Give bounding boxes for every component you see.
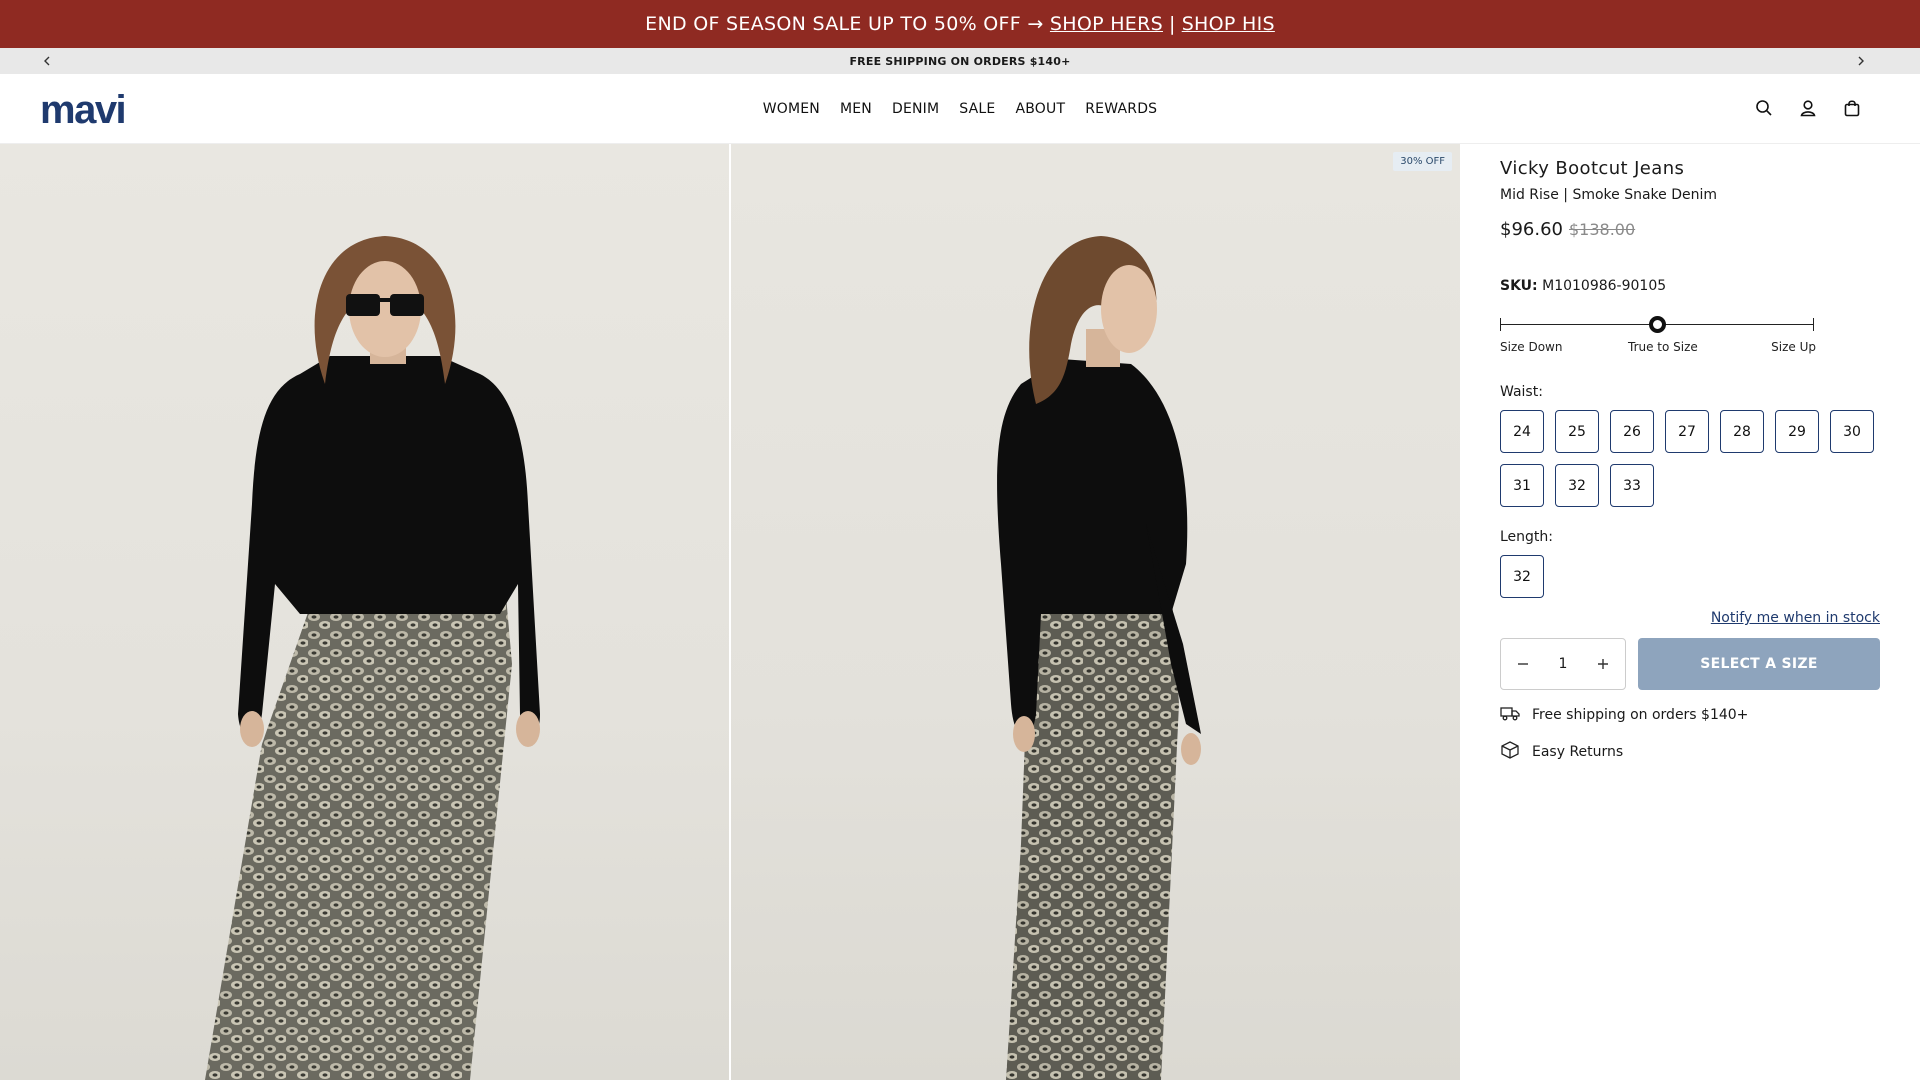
perk-returns: Easy Returns (1500, 740, 1880, 764)
account-icon[interactable] (1798, 98, 1818, 118)
plus-icon[interactable] (1593, 654, 1613, 674)
waist-label: Waist: (1500, 384, 1543, 400)
waist-option-33[interactable]: 33 (1610, 464, 1654, 507)
buy-row: 1 SELECT A SIZE (1500, 638, 1880, 690)
nav-men[interactable]: MEN (840, 101, 872, 117)
waist-option-28[interactable]: 28 (1720, 410, 1764, 453)
site-header: mavi WOMEN MEN DENIM SALE ABOUT REWARDS (0, 74, 1920, 144)
waist-option-30[interactable]: 30 (1830, 410, 1874, 453)
waist-options: 24 25 26 27 28 29 30 31 32 33 (1500, 410, 1890, 507)
fit-label-true-to-size: True to Size (1628, 340, 1698, 354)
fit-scale: Size Down True to Size Size Up (1500, 312, 1816, 362)
notify-link[interactable]: Notify me when in stock (1500, 610, 1880, 626)
shop-hers-link[interactable]: SHOP HERS (1050, 13, 1163, 35)
shipping-ticker: FREE SHIPPING ON ORDERS $140+ (0, 48, 1920, 74)
truck-icon (1500, 704, 1520, 726)
ticker-text: FREE SHIPPING ON ORDERS $140+ (849, 54, 1071, 68)
waist-option-27[interactable]: 27 (1665, 410, 1709, 453)
quantity-value[interactable]: 1 (1559, 656, 1568, 672)
shop-his-link[interactable]: SHOP HIS (1182, 13, 1275, 35)
waist-option-32[interactable]: 32 (1555, 464, 1599, 507)
chevron-right-icon[interactable] (1846, 48, 1876, 74)
search-icon[interactable] (1754, 98, 1774, 118)
box-icon (1500, 740, 1520, 764)
promo-separator: | (1168, 13, 1176, 35)
product-photo-side[interactable]: 30% OFF (731, 144, 1460, 1080)
length-options: 32 (1500, 555, 1890, 598)
fit-indicator[interactable] (1648, 316, 1666, 333)
nav-about[interactable]: ABOUT (1015, 101, 1065, 117)
product-title: Vicky Bootcut Jeans (1500, 158, 1685, 179)
waist-option-29[interactable]: 29 (1775, 410, 1819, 453)
product-photo-front[interactable] (0, 144, 729, 1080)
waist-option-24[interactable]: 24 (1500, 410, 1544, 453)
nav-sale[interactable]: SALE (959, 101, 995, 117)
perk-returns-text: Easy Returns (1532, 744, 1624, 760)
fit-tick-start (1500, 318, 1501, 331)
product-gallery: 30% OFF (0, 144, 1460, 1080)
chevron-left-icon[interactable] (32, 48, 62, 74)
minus-icon[interactable] (1513, 654, 1533, 674)
fit-tick-end (1813, 318, 1814, 331)
promo-text: END OF SEASON SALE UP TO 50% OFF → (645, 13, 1044, 35)
main-nav: WOMEN MEN DENIM SALE ABOUT REWARDS (0, 74, 1920, 144)
discount-badge: 30% OFF (1393, 152, 1452, 171)
promo-banner: END OF SEASON SALE UP TO 50% OFF → SHOP … (0, 0, 1920, 48)
sale-price: $96.60 (1500, 219, 1563, 240)
fit-label-size-up: Size Up (1771, 340, 1816, 354)
bag-icon[interactable] (1842, 98, 1862, 118)
waist-option-25[interactable]: 25 (1555, 410, 1599, 453)
length-label: Length: (1500, 529, 1554, 545)
nav-denim[interactable]: DENIM (892, 101, 939, 117)
fit-label-size-down: Size Down (1500, 340, 1563, 354)
waist-option-31[interactable]: 31 (1500, 464, 1544, 507)
select-size-button[interactable]: SELECT A SIZE (1638, 638, 1880, 690)
nav-rewards[interactable]: REWARDS (1085, 101, 1157, 117)
sku: SKU: M1010986-90105 (1500, 278, 1880, 294)
sku-label: SKU: (1500, 278, 1538, 294)
mavi-logo[interactable]: mavi (40, 88, 127, 133)
product-subtitle: Mid Rise | Smoke Snake Denim (1500, 187, 1718, 203)
perk-shipping: Free shipping on orders $140+ (1500, 704, 1880, 726)
product-panel: Vicky Bootcut Jeans Mid Rise | Smoke Sna… (1500, 144, 1880, 764)
compare-price: $138.00 (1568, 220, 1636, 239)
perk-shipping-text: Free shipping on orders $140+ (1532, 707, 1749, 723)
sku-value: M1010986-90105 (1542, 278, 1667, 294)
nav-women[interactable]: WOMEN (763, 101, 820, 117)
waist-option-26[interactable]: 26 (1610, 410, 1654, 453)
header-icons (1754, 98, 1862, 118)
price-row: $96.60 $138.00 (1500, 219, 1880, 240)
quantity-stepper: 1 (1500, 638, 1626, 690)
length-option-32[interactable]: 32 (1500, 555, 1544, 598)
